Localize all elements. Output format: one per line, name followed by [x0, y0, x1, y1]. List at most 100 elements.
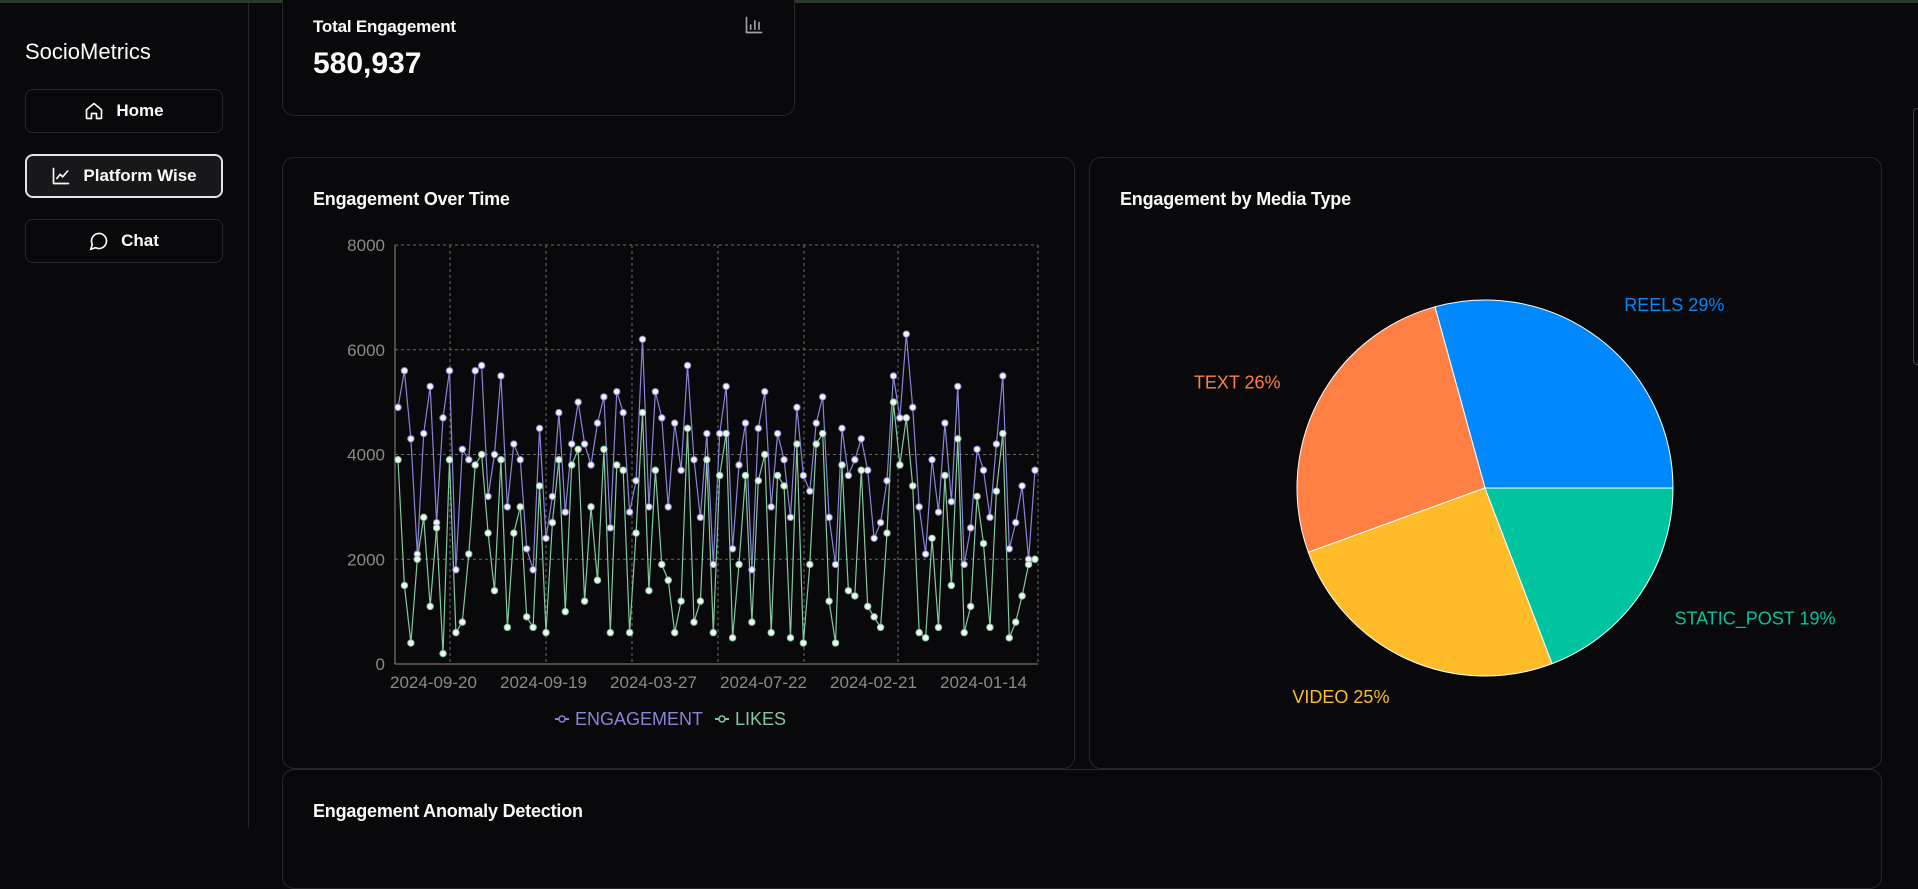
- data-point-engagement: [696, 513, 705, 522]
- data-point-engagement: [761, 387, 769, 396]
- data-point-likes: [767, 628, 775, 637]
- x-tick-label: 2024-02-21: [830, 673, 917, 692]
- engagement-anomaly-card: Engagement Anomaly Detection: [282, 769, 1882, 889]
- scroll-handle[interactable]: [1913, 108, 1918, 365]
- data-point-likes: [625, 628, 634, 637]
- data-point-likes: [986, 623, 994, 632]
- data-point-likes: [683, 424, 692, 433]
- data-point-engagement: [857, 435, 865, 443]
- line-chart-icon: [53, 167, 70, 185]
- data-point-engagement: [555, 408, 563, 417]
- data-point-engagement: [870, 534, 878, 542]
- data-point-likes: [754, 476, 763, 485]
- kpi-label: Total Engagement: [313, 17, 456, 36]
- data-point-likes: [606, 628, 615, 637]
- nav-platform-wise-button[interactable]: Platform Wise: [25, 154, 223, 198]
- data-point-likes: [973, 492, 981, 501]
- data-point-engagement: [754, 424, 763, 433]
- data-point-engagement: [477, 361, 486, 370]
- data-point-likes: [542, 628, 550, 637]
- data-point-engagement: [812, 419, 820, 427]
- data-point-engagement: [658, 414, 666, 422]
- data-point-engagement: [999, 372, 1007, 380]
- data-point-engagement: [593, 419, 602, 427]
- data-point-engagement: [806, 487, 814, 495]
- data-point-likes: [780, 482, 788, 490]
- data-point-likes: [400, 581, 409, 590]
- kpi-value: 580,937: [313, 47, 422, 80]
- legend-label-likes: LIKES: [735, 709, 786, 729]
- nav-chat-button[interactable]: Chat: [25, 219, 223, 263]
- data-point-likes: [992, 487, 1001, 495]
- data-point-likes: [928, 534, 936, 542]
- data-point-engagement: [690, 456, 698, 464]
- data-point-likes: [851, 592, 859, 600]
- data-point-engagement: [613, 387, 621, 396]
- anomaly-title: Engagement Anomaly Detection: [313, 801, 583, 821]
- data-point-engagement: [773, 429, 782, 438]
- data-point-engagement: [638, 335, 647, 343]
- data-point-likes: [735, 560, 743, 569]
- legend-label-engagement: ENGAGEMENT: [575, 709, 703, 729]
- data-point-likes: [1005, 634, 1013, 642]
- data-point-likes: [786, 634, 795, 642]
- sidebar: SocioMetrics Home Platform Wise Chat: [0, 3, 249, 828]
- data-point-likes: [600, 445, 608, 453]
- data-point-likes: [497, 456, 505, 464]
- data-point-likes: [516, 503, 524, 511]
- data-point-likes: [838, 461, 846, 469]
- x-tick-label: 2024-03-27: [610, 673, 697, 692]
- data-point-likes: [915, 628, 923, 637]
- data-point-likes: [561, 607, 569, 616]
- data-point-likes: [510, 529, 518, 537]
- data-point-engagement: [683, 361, 692, 370]
- data-point-likes: [658, 560, 666, 569]
- data-point-likes: [638, 408, 647, 417]
- data-point-likes: [432, 524, 441, 532]
- data-point-engagement: [979, 466, 988, 474]
- y-tick-label: 6000: [347, 341, 385, 360]
- data-point-engagement: [651, 387, 660, 396]
- data-point-likes: [966, 602, 975, 611]
- data-point-engagement: [542, 534, 550, 542]
- data-point-engagement: [600, 393, 608, 401]
- data-point-likes: [394, 456, 402, 464]
- data-point-likes: [413, 555, 422, 563]
- data-point-likes: [716, 471, 724, 480]
- data-point-engagement: [606, 524, 615, 532]
- data-point-likes: [465, 550, 473, 558]
- data-point-engagement: [670, 419, 679, 427]
- data-point-engagement: [941, 419, 949, 427]
- nav-platform-wise-label: Platform Wise: [83, 166, 197, 185]
- media-type-pie-chart: REELS 29% TEXT 26% VIDEO 25% STATIC_POST 19…: [1194, 295, 1836, 707]
- data-point-likes: [677, 597, 685, 605]
- legend-marker-likes: [718, 715, 726, 723]
- x-tick-label: 2024-09-19: [500, 673, 587, 692]
- data-point-engagement: [844, 471, 853, 480]
- home-icon: [86, 102, 103, 120]
- data-point-engagement: [909, 403, 917, 412]
- data-point-likes: [490, 586, 499, 595]
- data-point-likes: [934, 623, 943, 632]
- data-point-engagement: [394, 403, 402, 412]
- data-point-likes: [709, 628, 717, 637]
- data-point-likes: [445, 456, 454, 464]
- data-point-engagement: [490, 450, 499, 459]
- data-point-engagement: [426, 382, 434, 391]
- data-point-engagement: [420, 429, 428, 438]
- data-point-engagement: [587, 461, 595, 469]
- nav-home-button[interactable]: Home: [25, 89, 223, 133]
- data-point-likes: [818, 429, 827, 438]
- brand-title: SocioMetrics: [25, 39, 151, 64]
- data-point-engagement: [535, 424, 544, 433]
- data-point-engagement: [928, 456, 936, 464]
- data-point-engagement: [921, 550, 930, 558]
- data-point-engagement: [986, 513, 994, 522]
- data-point-likes: [741, 471, 750, 480]
- data-point-engagement: [741, 419, 750, 427]
- data-point-likes: [1011, 618, 1020, 626]
- data-point-engagement: [954, 382, 962, 391]
- data-point-engagement: [793, 403, 801, 412]
- data-point-engagement: [452, 566, 460, 574]
- data-point-likes: [670, 628, 679, 637]
